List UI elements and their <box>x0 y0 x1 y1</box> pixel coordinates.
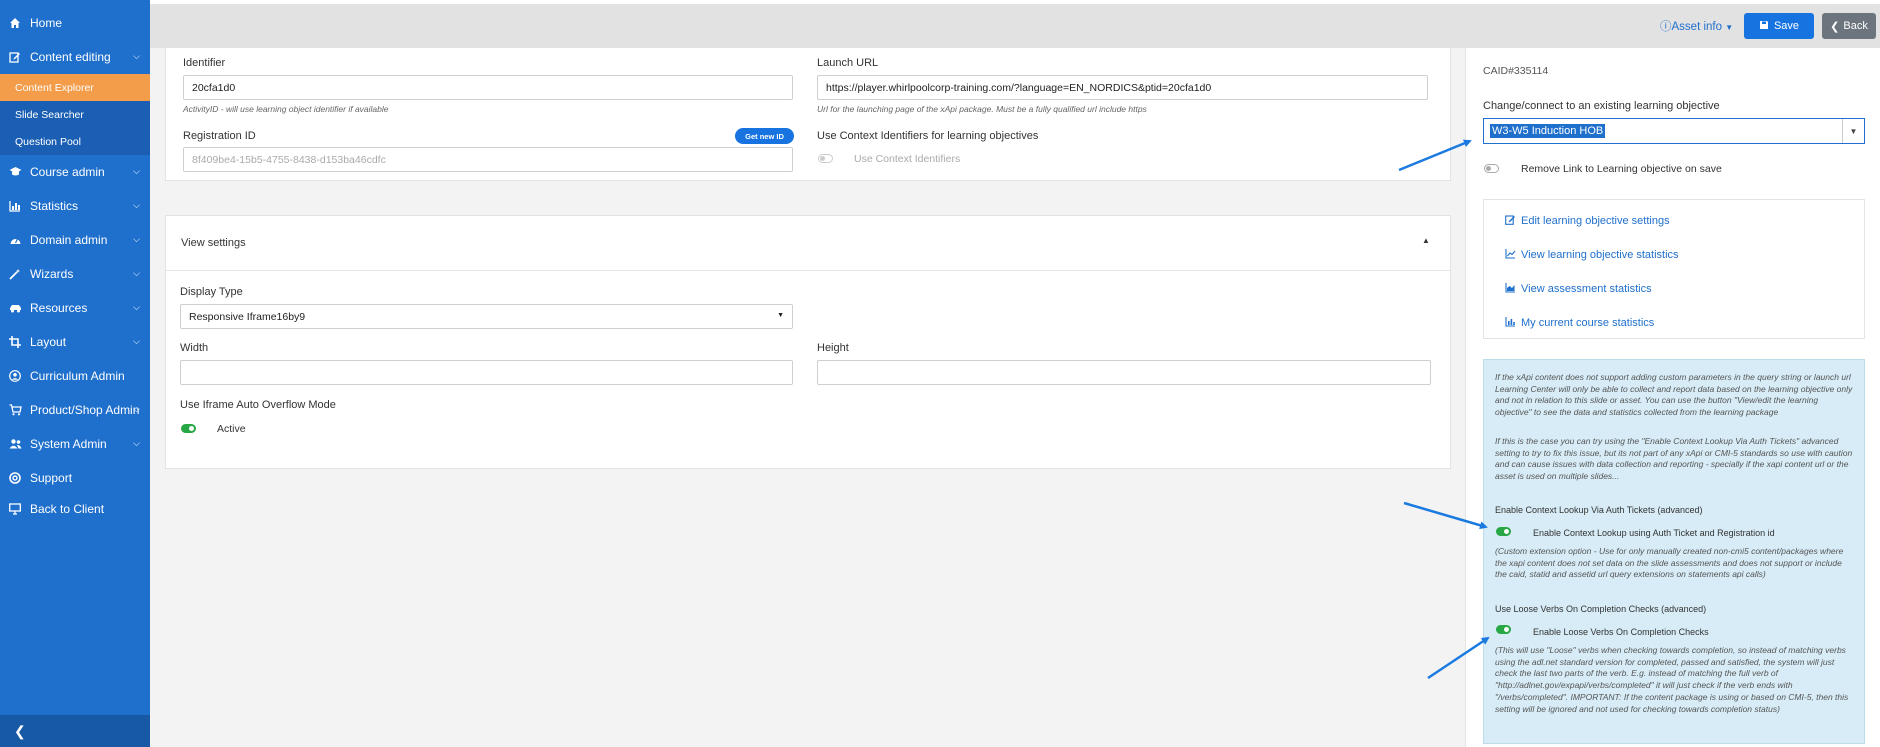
home-icon <box>8 16 22 30</box>
display-type-label: Display Type <box>180 286 243 298</box>
line-chart-icon <box>1505 248 1516 262</box>
save-button[interactable]: Save <box>1744 13 1814 39</box>
collapse-caret-icon[interactable]: ▲ <box>1422 236 1430 245</box>
remove-link-toggle[interactable] <box>1484 164 1499 173</box>
overflow-mode-toggle[interactable] <box>181 424 196 433</box>
remove-link-label: Remove Link to Learning objective on sav… <box>1521 163 1722 175</box>
sidebar: Home Content editing ⌵ Content Explorer … <box>0 0 150 747</box>
context-lookup-heading: Enable Context Lookup Via Auth Tickets (… <box>1495 505 1703 515</box>
launch-url-input[interactable]: https://player.whirlpoolcorp-training.co… <box>817 75 1428 100</box>
sidebar-item-wizards[interactable]: Wizards ⌵ <box>0 257 150 291</box>
edit-icon <box>1505 214 1516 228</box>
crop-icon <box>8 335 22 349</box>
context-lookup-note: (Custom extension option - Use for only … <box>1495 546 1844 580</box>
top-bar: ⓘAsset info ▼ Save ❮ Back <box>150 4 1880 48</box>
sidebar-item-statistics[interactable]: Statistics ⌵ <box>0 189 150 223</box>
sidebar-item-back-to-client[interactable]: Back to Client <box>0 495 150 523</box>
identifier-help: ActivityID - will use learning object id… <box>183 104 389 114</box>
width-input[interactable] <box>180 360 793 385</box>
overflow-mode-label: Use Iframe Auto Overflow Mode <box>180 399 336 411</box>
back-button[interactable]: ❮ Back <box>1822 13 1876 39</box>
sidebar-item-curriculum-admin[interactable]: Curriculum Admin <box>0 359 150 393</box>
car-icon <box>8 301 22 315</box>
sidebar-subitem-slide-searcher[interactable]: Slide Searcher <box>0 101 150 128</box>
asset-info-dropdown[interactable]: ⓘAsset info ▼ <box>1660 18 1733 34</box>
area-chart-icon <box>1505 282 1516 296</box>
width-label: Width <box>180 342 209 354</box>
lifebuoy-icon <box>8 471 22 485</box>
sidebar-item-content-editing[interactable]: Content editing ⌵ <box>0 40 150 74</box>
chevron-down-icon: ⌵ <box>133 404 140 414</box>
chevron-down-icon: ⌵ <box>133 302 140 312</box>
sidebar-collapse-button[interactable]: ❮ <box>0 715 150 747</box>
info-icon: ⓘ <box>1660 21 1672 33</box>
chevron-down-icon: ⌵ <box>133 268 140 278</box>
chevron-down-icon: ⌵ <box>133 234 140 244</box>
launch-url-help: Url for the launching page of the xApi p… <box>817 104 1147 114</box>
graduation-cap-icon <box>8 165 22 179</box>
monitor-icon <box>8 502 22 516</box>
chevron-left-icon: ❮ <box>1830 20 1840 33</box>
view-objective-statistics-link[interactable]: View learning objective statistics <box>1505 248 1679 262</box>
connect-objective-label: Change/connect to an existing learning o… <box>1483 100 1720 112</box>
sidebar-item-product-shop-admin[interactable]: Product/Shop Admin ⌵ <box>0 393 150 427</box>
sidebar-item-home[interactable]: Home <box>0 6 150 40</box>
divider <box>165 270 1451 271</box>
learning-objective-select[interactable]: W3-W5 Induction HOB ▼ <box>1483 118 1865 144</box>
cart-icon <box>8 403 22 417</box>
chevron-down-icon: ⌵ <box>133 51 140 61</box>
loose-verbs-toggle[interactable] <box>1496 625 1511 634</box>
view-settings-title: View settings <box>181 237 246 249</box>
sidebar-item-layout[interactable]: Layout ⌵ <box>0 325 150 359</box>
registration-id-label: Registration ID <box>183 130 256 142</box>
get-new-id-button[interactable]: Get new ID <box>735 128 794 144</box>
identifier-input[interactable]: 20cfa1d0 <box>183 75 793 100</box>
registration-id-input[interactable]: 8f409be4-15b5-4755-8438-d153ba46cdfc <box>183 147 793 172</box>
info-paragraph-1: If the xApi content does not support add… <box>1495 372 1853 418</box>
chevron-left-icon: ❮ <box>14 722 26 739</box>
loose-verbs-heading: Use Loose Verbs On Completion Checks (ad… <box>1495 604 1707 614</box>
caret-down-icon: ▼ <box>777 312 784 319</box>
chevron-down-icon: ⌵ <box>133 438 140 448</box>
display-type-select[interactable]: Responsive Iframe16by9 ▼ <box>180 304 793 329</box>
edit-icon <box>8 50 22 64</box>
launch-url-label: Launch URL <box>817 57 879 69</box>
height-label: Height <box>817 342 849 354</box>
sidebar-item-resources[interactable]: Resources ⌵ <box>0 291 150 325</box>
user-circle-icon <box>8 369 22 383</box>
view-assessment-statistics-link[interactable]: View assessment statistics <box>1505 282 1652 296</box>
identifier-label: Identifier <box>183 57 226 69</box>
sidebar-item-system-admin[interactable]: System Admin ⌵ <box>0 427 150 461</box>
chevron-down-icon: ⌵ <box>133 336 140 346</box>
edit-objective-settings-link[interactable]: Edit learning objective settings <box>1505 214 1670 228</box>
dashboard-icon <box>8 233 22 247</box>
view-settings-card <box>165 215 1451 469</box>
context-identifiers-label: Use Context Identifiers for learning obj… <box>817 130 1039 142</box>
bar-chart-icon <box>1505 316 1516 330</box>
overflow-mode-toggle-label: Active <box>217 423 246 435</box>
caret-down-icon: ▼ <box>1842 119 1864 143</box>
sidebar-subitem-question-pool[interactable]: Question Pool <box>0 128 150 155</box>
chevron-down-icon: ⌵ <box>133 200 140 210</box>
sidebar-item-support[interactable]: Support <box>0 461 150 495</box>
sidebar-subitem-content-explorer[interactable]: Content Explorer <box>0 74 150 101</box>
loose-verbs-toggle-label: Enable Loose Verbs On Completion Checks <box>1533 627 1709 637</box>
caret-down-icon: ▼ <box>1725 23 1734 32</box>
floppy-disk-icon <box>1759 20 1769 33</box>
bar-chart-icon <box>8 199 22 213</box>
sidebar-item-domain-admin[interactable]: Domain admin ⌵ <box>0 223 150 257</box>
chevron-down-icon: ⌵ <box>133 166 140 176</box>
context-lookup-toggle[interactable] <box>1496 527 1511 536</box>
magic-wand-icon <box>8 267 22 281</box>
caid-value: CAID#335114 <box>1483 65 1549 77</box>
info-paragraph-2: If this is the case you can try using th… <box>1495 436 1853 482</box>
sidebar-item-course-admin[interactable]: Course admin ⌵ <box>0 155 150 189</box>
context-lookup-toggle-label: Enable Context Lookup using Auth Ticket … <box>1533 528 1775 538</box>
context-identifiers-toggle-label: Use Context Identifiers <box>854 153 961 165</box>
loose-verbs-note: (This will use "Loose" verbs when checki… <box>1495 645 1849 714</box>
height-input[interactable] <box>817 360 1431 385</box>
users-icon <box>8 437 22 451</box>
my-course-statistics-link[interactable]: My current course statistics <box>1505 316 1654 330</box>
context-identifiers-toggle[interactable] <box>818 154 833 163</box>
